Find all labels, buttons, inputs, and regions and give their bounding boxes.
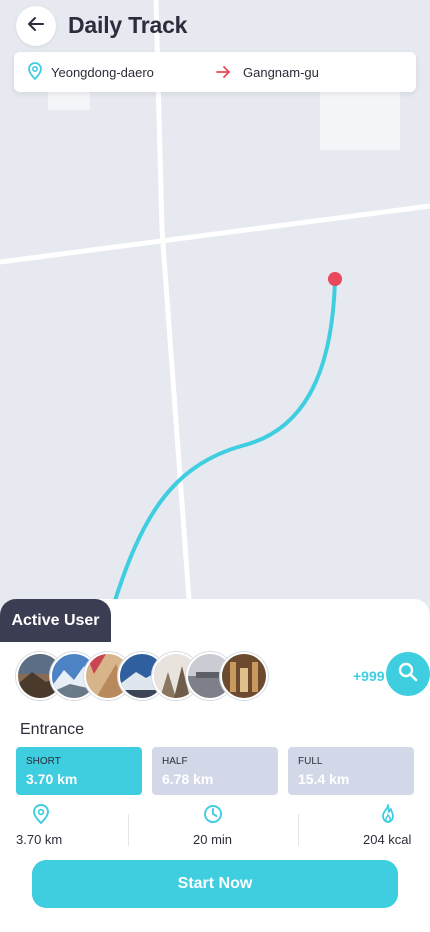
entrance-title: Entrance — [20, 721, 85, 738]
option-value: 15.4 km — [298, 771, 350, 787]
arrow-right-icon — [215, 64, 231, 85]
route-destination[interactable]: Gangnam-gu — [243, 52, 319, 92]
stat-distance-value: 3.70 km — [16, 832, 63, 847]
option-half[interactable]: HALF 6.78 km — [152, 747, 278, 795]
start-now-button[interactable]: Start Now — [32, 860, 398, 908]
location-pin-icon — [33, 804, 49, 829]
option-label: FULL — [298, 756, 323, 767]
search-button[interactable] — [386, 652, 430, 696]
map-road — [0, 203, 430, 265]
map-block — [320, 92, 400, 150]
route-origin[interactable]: Yeongdong-daero — [28, 52, 154, 92]
option-full[interactable]: FULL 15.4 km — [288, 747, 414, 795]
stat-duration: 20 min — [190, 804, 240, 856]
stat-duration-value: 20 min — [193, 832, 233, 847]
option-short[interactable]: SHORT 3.70 km — [16, 747, 142, 795]
arrow-left-icon — [26, 14, 46, 39]
avatar[interactable] — [220, 652, 268, 700]
map-view[interactable] — [0, 0, 430, 640]
route-stats: 3.70 km 20 min 204 kcal — [0, 804, 430, 856]
flame-icon — [379, 804, 397, 829]
option-label: SHORT — [26, 756, 61, 767]
route-path — [110, 278, 337, 612]
entrance-options: SHORT 3.70 km HALF 6.78 km FULL 15.4 km — [16, 747, 414, 795]
map-canvas — [0, 0, 430, 640]
route-end-marker[interactable] — [328, 272, 342, 286]
divider — [298, 814, 299, 846]
route-card[interactable]: Yeongdong-daero Gangnam-gu — [14, 52, 416, 92]
active-user-more-count: +999 — [353, 668, 385, 684]
option-value: 6.78 km — [162, 771, 214, 787]
stat-distance: 3.70 km — [16, 804, 76, 856]
map-block — [48, 92, 90, 110]
option-value: 3.70 km — [26, 771, 78, 787]
route-origin-label: Yeongdong-daero — [51, 64, 154, 80]
back-button[interactable] — [16, 6, 56, 46]
search-icon — [398, 662, 418, 687]
location-pin-icon — [28, 61, 42, 83]
divider — [128, 814, 129, 846]
page-title: Daily Track — [68, 12, 188, 38]
option-label: HALF — [162, 756, 188, 767]
bottom-sheet: Active User +999 Entrance SHORT 3.70 km … — [0, 599, 430, 932]
stat-calories: 204 kcal — [362, 804, 418, 856]
clock-icon — [203, 804, 223, 829]
route-destination-label: Gangnam-gu — [243, 64, 319, 80]
map-road — [159, 229, 195, 640]
stat-calories-value: 204 kcal — [363, 832, 412, 847]
tab-active-user[interactable]: Active User — [0, 599, 111, 642]
